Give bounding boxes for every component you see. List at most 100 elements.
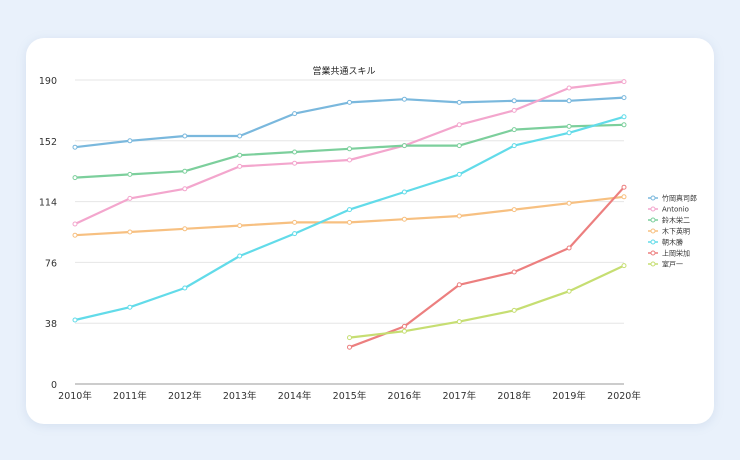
series-group: [72, 114, 627, 323]
x-tick-label: 2012年: [168, 390, 202, 402]
data-point: [182, 285, 188, 291]
data-point: [456, 282, 462, 288]
data-point: [401, 328, 407, 334]
data-point: [456, 99, 462, 105]
data-point: [621, 79, 627, 85]
data-point: [401, 323, 407, 329]
data-point: [237, 152, 243, 158]
x-tick-label: 2016年: [388, 390, 422, 402]
data-point: [456, 319, 462, 325]
data-point: [621, 184, 627, 190]
data-point: [401, 216, 407, 222]
series-group: [72, 122, 627, 181]
data-point: [566, 98, 572, 104]
data-point: [237, 163, 243, 169]
data-point: [127, 171, 133, 177]
data-point: [621, 114, 627, 120]
data-point: [72, 317, 78, 323]
data-point: [182, 168, 188, 174]
data-point: [566, 85, 572, 91]
data-point: [511, 307, 517, 313]
legend-marker: [650, 239, 656, 245]
data-point: [401, 96, 407, 102]
legend-marker: [650, 217, 656, 223]
data-point: [511, 98, 517, 104]
legend-marker: [650, 261, 656, 267]
data-point: [127, 229, 133, 235]
data-point: [72, 144, 78, 150]
data-point: [182, 133, 188, 139]
y-tick-label: 190: [39, 76, 57, 87]
data-point: [456, 143, 462, 149]
series-line: [349, 264, 625, 339]
data-point: [292, 219, 298, 225]
data-point: [511, 269, 517, 275]
data-point: [511, 107, 517, 113]
data-point: [72, 221, 78, 227]
legend-label: 上岡栄加: [662, 249, 690, 258]
x-tick-label: 2017年: [442, 390, 476, 402]
data-point: [621, 194, 627, 200]
x-tick-label: 2013年: [223, 390, 257, 402]
series-group: [347, 184, 627, 350]
data-point: [347, 146, 352, 152]
data-point: [401, 189, 407, 195]
data-point: [621, 95, 627, 101]
legend-item[interactable]: 室戸一: [648, 260, 683, 269]
data-point: [292, 149, 298, 155]
y-tick-label: 0: [51, 380, 57, 391]
data-point: [566, 123, 572, 129]
series-group: [347, 263, 627, 341]
legend-label: 竹岡真司郎: [662, 194, 697, 203]
legend-item[interactable]: 木下英明: [648, 227, 690, 236]
data-point: [237, 133, 243, 139]
data-point: [237, 253, 243, 259]
legend-marker: [650, 195, 656, 201]
data-point: [347, 344, 352, 350]
legend-item[interactable]: 朝木勝: [648, 238, 683, 247]
chart-card: 営業共通スキル 0 38 76 114 152 190 2010年 2011年 2012年 201…: [26, 38, 714, 424]
data-point: [347, 99, 352, 105]
data-point: [237, 223, 243, 229]
data-point: [621, 122, 627, 128]
legend-item[interactable]: 上岡栄加: [648, 249, 690, 258]
data-point: [566, 130, 572, 136]
data-point: [566, 245, 572, 251]
x-tick-label: 2011年: [113, 390, 147, 402]
x-tick-label: 2014年: [278, 390, 312, 402]
series-line: [74, 195, 625, 237]
data-point: [511, 207, 517, 213]
data-point: [566, 200, 572, 206]
legend-item[interactable]: 竹岡真司郎: [648, 194, 697, 203]
y-tick-label: 38: [45, 319, 57, 330]
data-point: [621, 263, 627, 269]
x-tick-label: 2015年: [333, 390, 367, 402]
data-point: [72, 232, 78, 238]
legend-item[interactable]: Antonio: [648, 206, 689, 214]
data-point: [566, 288, 572, 294]
x-tick-label: 2019年: [552, 390, 586, 402]
data-point: [182, 226, 188, 232]
data-point: [347, 219, 352, 225]
data-point: [456, 213, 462, 219]
legend-label: 鈴木栄二: [662, 216, 690, 225]
x-tick-label: 2020年: [607, 390, 641, 402]
data-point: [511, 143, 517, 149]
data-point: [347, 207, 352, 213]
x-tick-label: 2018年: [497, 390, 531, 402]
legend-marker: [650, 206, 656, 212]
data-point: [456, 122, 462, 128]
legend-label: 木下英明: [662, 227, 690, 236]
x-tick-label: 2010年: [58, 390, 92, 402]
data-point: [127, 304, 133, 310]
y-tick-label: 76: [45, 258, 57, 269]
data-point: [456, 171, 462, 177]
y-tick-label: 114: [39, 198, 57, 209]
data-point: [401, 143, 407, 149]
data-point: [511, 127, 517, 133]
legend-item[interactable]: 鈴木栄二: [648, 216, 690, 225]
data-point: [292, 160, 298, 166]
data-point: [127, 195, 133, 201]
line-chart: 営業共通スキル 0 38 76 114 152 190 2010年 2011年 2012年 201…: [39, 65, 697, 402]
legend-marker: [650, 250, 656, 256]
